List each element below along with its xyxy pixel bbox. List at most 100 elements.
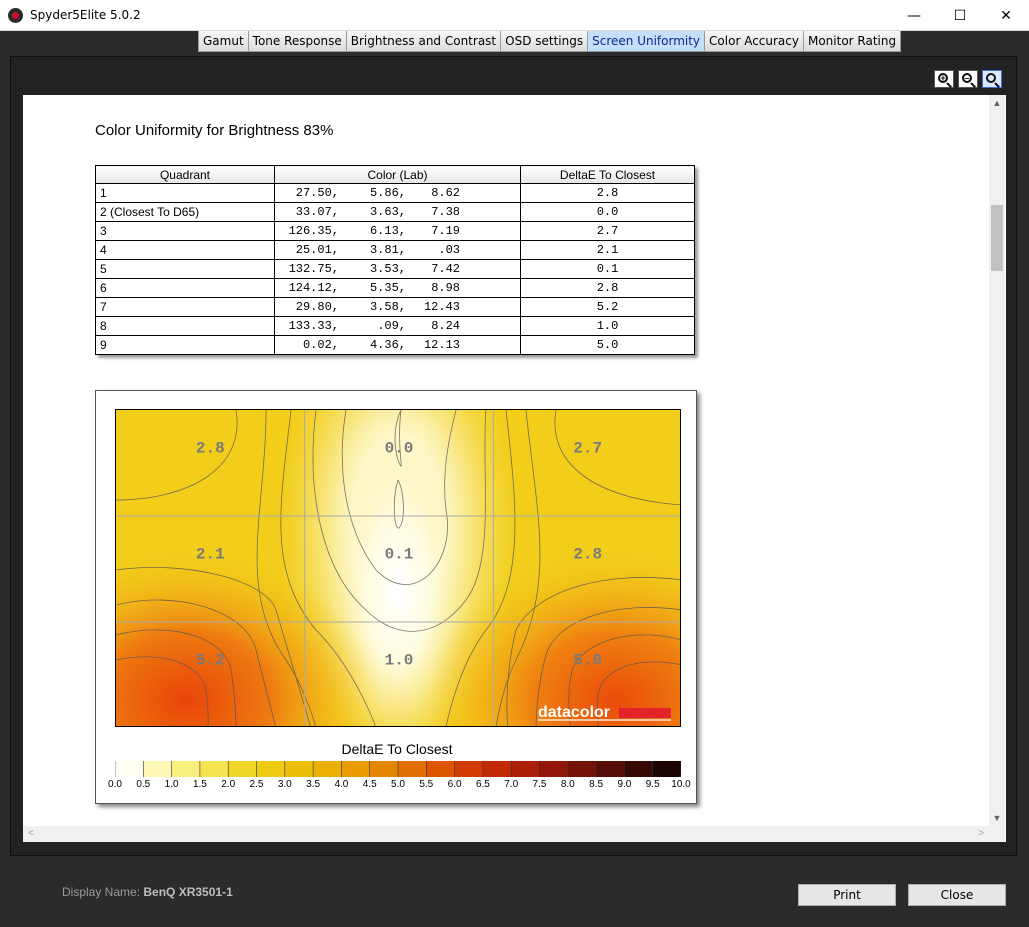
table-row: 4 25.01, 3.81, .03 2.1 [95, 240, 695, 260]
quadrant-cell: 5 [95, 259, 275, 279]
color-scale-bar [115, 761, 681, 777]
lab-a-value: 4.36, [369, 338, 406, 352]
horizontal-scrollbar[interactable]: < > [23, 826, 989, 842]
uniformity-table: Quadrant Color (Lab) DeltaE To Closest 1… [95, 165, 695, 355]
scale-tick-label: 2.5 [249, 779, 264, 790]
scroll-up-icon[interactable]: ▲ [989, 95, 1005, 111]
color-lab-cell: 27.50, 5.86, 8.62 [274, 183, 521, 203]
lab-b-value: 7.19 [431, 224, 460, 238]
scale-tick-label: 3.0 [277, 779, 292, 790]
table-row: 8 133.33, .09, 8.24 1.0 [95, 316, 695, 336]
scale-segment [624, 761, 654, 777]
table-row: 7 29.80, 3.58, 12.43 5.2 [95, 297, 695, 317]
table-header-row: Quadrant Color (Lab) DeltaE To Closest [95, 165, 695, 184]
col-deltae: DeltaE To Closest [520, 165, 695, 184]
table-row: 1 27.50, 5.86, 8.62 2.8 [95, 183, 695, 203]
scale-segment [482, 761, 512, 777]
table-row: 9 0.02, 4.36, 12.13 5.0 [95, 335, 695, 355]
minimize-icon[interactable]: — [891, 0, 937, 31]
lab-b-value: 8.98 [431, 281, 460, 295]
deltae-cell: 5.2 [520, 297, 695, 317]
scroll-thumb[interactable] [991, 205, 1003, 271]
scroll-down-icon[interactable]: ▼ [989, 810, 1005, 826]
color-lab-cell: 29.80, 3.58, 12.43 [274, 297, 521, 317]
scroll-left-icon[interactable]: < [23, 826, 39, 842]
table-row: 3 126.35, 6.13, 7.19 2.7 [95, 221, 695, 241]
tab-monitor-rating[interactable]: Monitor Rating [802, 31, 902, 52]
deltae-cell: 1.0 [520, 316, 695, 336]
tab-gamut[interactable]: Gamut [198, 31, 249, 52]
heatmap-cell-value: 2.7 [573, 439, 602, 457]
zoom-fit-icon[interactable] [982, 70, 1002, 88]
heatmap-cell-value: 0.0 [385, 439, 414, 457]
scale-tick-label: 10.0 [671, 779, 691, 790]
color-scale-labels: 0.0 0.5 1.0 1.5 2.0 2.5 3.0 3.5 4.0 4.5 5.0 5.5 6.0 6… [96, 779, 698, 793]
color-lab-cell: 0.02, 4.36, 12.13 [274, 335, 521, 355]
lab-b-value: 8.24 [431, 319, 460, 333]
zoom-in-icon[interactable]: + [934, 70, 954, 88]
color-lab-cell: 133.33, .09, 8.24 [274, 316, 521, 336]
lab-a-value: 6.13, [369, 224, 406, 238]
heatmap-cell-value: 2.8 [573, 545, 602, 563]
tab-bar: Gamut Tone Response Brightness and Contr… [198, 31, 902, 52]
scale-tick-label: 6.5 [475, 779, 490, 790]
quadrant-cell: 4 [95, 240, 275, 260]
lab-l-value: 29.80, [295, 300, 339, 314]
watermark-text: datacolor [538, 704, 610, 721]
scale-segment [171, 761, 201, 777]
tab-screen-uniformity[interactable]: Screen Uniformity [587, 31, 706, 52]
scale-segment [341, 761, 371, 777]
deltae-cell: 5.0 [520, 335, 695, 355]
scale-segment [115, 761, 144, 777]
scale-segment [596, 761, 625, 777]
color-lab-cell: 132.75, 3.53, 7.42 [274, 259, 521, 279]
lab-b-value: 12.13 [423, 338, 460, 352]
heatmap-cell-value: 2.1 [196, 545, 225, 563]
scale-tick-label: 5.0 [391, 779, 405, 790]
scale-tick-label: 7.0 [504, 779, 519, 790]
quadrant-cell: 7 [95, 297, 275, 317]
display-name-value: BenQ XR3501-1 [143, 885, 233, 899]
tab-color-accuracy[interactable]: Color Accuracy [704, 31, 804, 52]
heatmap-cell-value: 5.2 [196, 651, 225, 669]
vertical-scrollbar[interactable]: ▲ ▼ [989, 95, 1005, 826]
color-lab-cell: 25.01, 3.81, .03 [274, 240, 521, 260]
display-name-field: Display Name: BenQ XR3501-1 [62, 885, 233, 899]
heatmap-cell-value: 2.8 [196, 439, 225, 457]
tab-tone-response[interactable]: Tone Response [247, 31, 347, 52]
scale-tick-label: 1.0 [164, 779, 179, 790]
color-lab-cell: 33.07, 3.63, 7.38 [274, 202, 521, 222]
deltae-cell: 2.1 [520, 240, 695, 260]
col-quadrant: Quadrant [95, 165, 275, 184]
print-button[interactable]: Print [798, 884, 896, 906]
table-row: 5 132.75, 3.53, 7.42 0.1 [95, 259, 695, 279]
scale-tick-label: 8.0 [560, 779, 575, 790]
scale-segment [313, 761, 342, 777]
heatmap-cell-value: 1.0 [385, 651, 414, 669]
scale-segment [426, 761, 456, 777]
maximize-icon[interactable]: ☐ [937, 0, 983, 31]
lab-b-value: 7.38 [431, 205, 460, 219]
scale-segment [199, 761, 229, 777]
lab-a-value: 5.35, [369, 281, 406, 295]
lab-l-value: 133.33, [288, 319, 339, 333]
deltae-cell: 2.7 [520, 221, 695, 241]
quadrant-cell: 8 [95, 316, 275, 336]
zoom-out-icon[interactable]: – [958, 70, 978, 88]
zoom-toolbar: + – [934, 70, 1002, 88]
close-icon[interactable]: ✕ [983, 0, 1029, 31]
table-row: 2 (Closest To D65) 33.07, 3.63, 7.38 0.0 [95, 202, 695, 222]
scale-segment [369, 761, 399, 777]
quadrant-cell: 1 [95, 183, 275, 203]
lab-a-value: 3.53, [369, 262, 406, 276]
scale-tick-label: 0.0 [108, 779, 122, 790]
scroll-right-icon[interactable]: > [973, 826, 989, 842]
lab-l-value: 124.12, [288, 281, 339, 295]
scale-segment [228, 761, 257, 777]
lab-b-value: 8.62 [431, 186, 460, 200]
tab-brightness-contrast[interactable]: Brightness and Contrast [345, 31, 502, 52]
close-button[interactable]: Close [908, 884, 1006, 906]
uniformity-chart: 2.8 0.0 2.7 2.1 0.1 2.8 5.2 1.0 5.0 datacolor De… [95, 390, 697, 804]
tab-osd-settings[interactable]: OSD settings [500, 31, 589, 52]
scale-tick-label: 6.0 [447, 779, 462, 790]
